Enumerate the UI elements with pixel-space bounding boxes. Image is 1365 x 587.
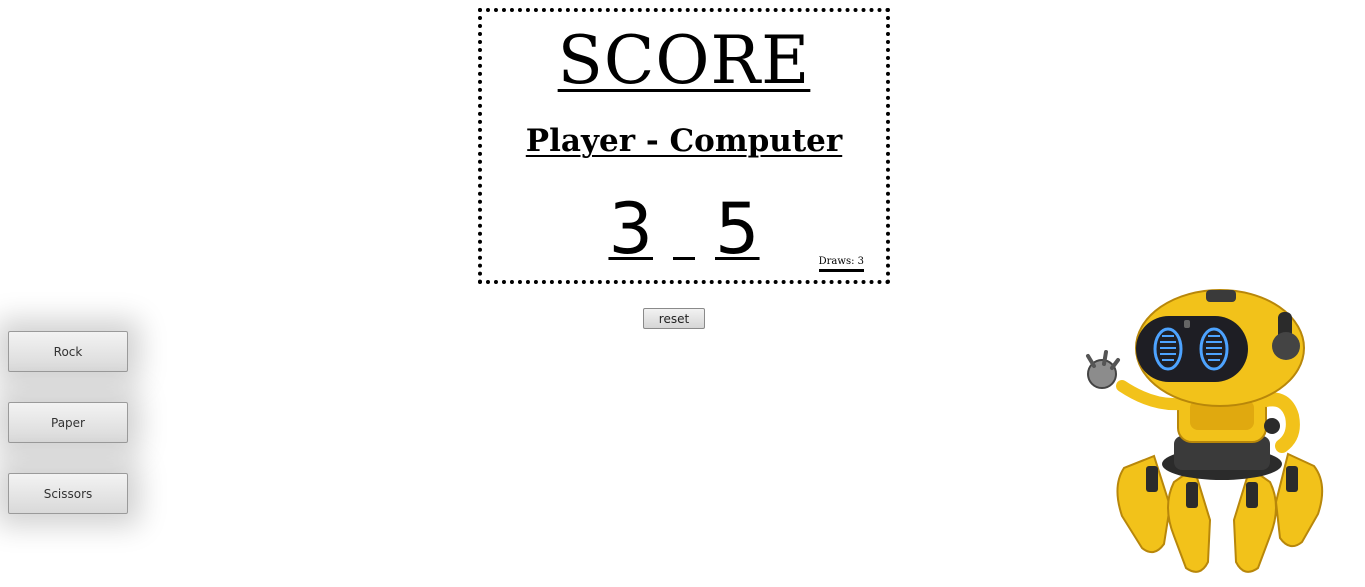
score-separator (673, 257, 695, 260)
rock-button[interactable]: Rock (8, 331, 128, 372)
scoreboard: SCORE Player - Computer 3 5 Draws: 3 (478, 8, 890, 284)
player-score: 3 (608, 188, 653, 270)
paper-button[interactable]: Paper (8, 402, 128, 443)
reset-button[interactable]: reset (643, 308, 705, 329)
score-row: 3 5 (482, 184, 886, 264)
score-subtitle: Player - Computer (525, 123, 843, 159)
robot-head (1135, 289, 1305, 407)
scissors-button[interactable]: Scissors (8, 473, 128, 514)
robot-image (1086, 289, 1324, 573)
score-title: SCORE (557, 22, 811, 99)
draws-count: Draws: 3 (818, 256, 864, 272)
computer-score: 5 (715, 188, 760, 270)
robot-right-arm (1259, 392, 1300, 453)
